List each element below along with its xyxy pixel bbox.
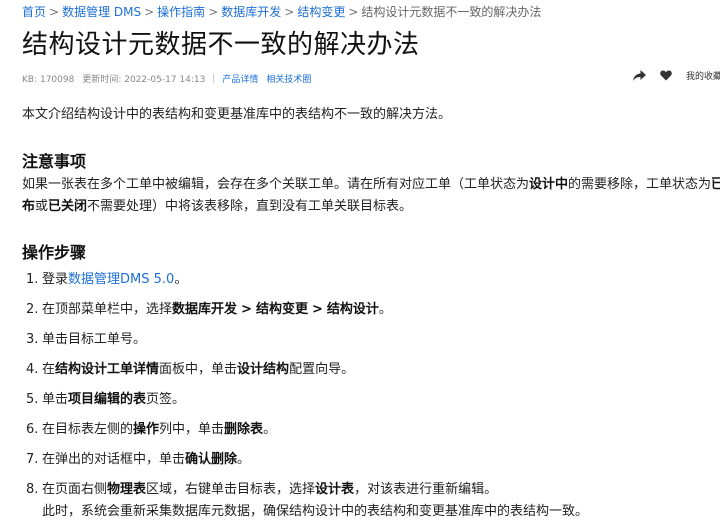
step-number: 8. [26,482,39,497]
share-icon[interactable] [633,69,646,82]
notes-line-1: 如果一张表在多个工单中被编辑，会存在多个关联工单。请在所有对应工单（工单状态为设… [22,177,720,192]
step-number: 5. [26,392,39,407]
breadcrumb-db-dev[interactable]: 数据库开发 [221,5,281,19]
breadcrumb-separator: > [208,5,219,19]
intro-paragraph: 本文介绍结构设计中的表结构和变更基准库中的表结构不一致的解决方法。 [22,107,452,122]
breadcrumb-separator: > [284,5,295,19]
tech-circle-link[interactable]: 相关技术圈 [266,75,311,85]
breadcrumb-current: 结构设计元数据不一致的解决办法 [361,5,542,19]
step-item: 5. 单击项目编辑的表页签。 [22,389,720,419]
notes-line-2: 布或已关闭不需要处理）中将该表移除，直到没有工单关联目标表。 [22,199,413,214]
breadcrumb-schema-change[interactable]: 结构变更 [297,5,345,19]
favorite-link[interactable]: 我的收藏 [686,69,720,82]
breadcrumb-separator: > [348,5,359,19]
breadcrumb: 首页 > 数据管理 DMS > 操作指南 > 数据库开发 > 结构变更 > 结构设计元数据不一致的解… [22,3,541,20]
step-number: 2. [26,302,39,317]
breadcrumb-separator: > [49,5,60,19]
step-item: 1. 登录数据管理DMS 5.0。 [22,269,720,299]
step-note: 此时，系统会重新采集数据库元数据，确保结构设计中的表结构和变更基准库中的表结构一… [42,504,589,519]
heart-icon[interactable] [660,70,672,81]
step-item: 7. 在弹出的对话框中，单击确认删除。 [22,449,720,479]
step-item: 3. 单击目标工单号。 [22,329,720,359]
product-details-link[interactable]: 产品详情 [222,75,258,85]
breadcrumb-home[interactable]: 首页 [22,5,46,19]
step-item: 8. 在页面右侧物理表区域，右键单击目标表，选择设计表，对该表进行重新编辑。 此时… [22,479,720,527]
step-number: 4. [26,362,39,377]
step-item: 6. 在目标表左侧的操作列中，单击删除表。 [22,419,720,449]
step-number: 3. [26,332,39,347]
breadcrumb-dms[interactable]: 数据管理 DMS [62,5,141,19]
steps-heading: 操作步骤 [22,243,87,262]
update-time: 更新时间: 2022-05-17 14:13 [82,75,206,85]
dms-console-link[interactable]: 数据管理DMS 5.0 [68,272,174,287]
steps-list: 1. 登录数据管理DMS 5.0。 2. 在顶部菜单栏中，选择数据库开发 > 结构变更 >… [22,269,720,527]
notes-paragraph: 如果一张表在多个工单中被编辑，会存在多个关联工单。请在所有对应工单（工单状态为设… [22,174,720,218]
step-number: 7. [26,452,39,467]
page-title: 结构设计元数据不一致的解决办法 [22,30,420,60]
breadcrumb-separator: > [144,5,155,19]
notes-heading: 注意事项 [22,152,87,171]
kb-number: KB: 170098 [22,75,75,85]
step-item: 2. 在顶部菜单栏中，选择数据库开发 > 结构变更 > 结构设计。 [22,299,720,329]
breadcrumb-guide[interactable]: 操作指南 [157,5,205,19]
step-number: 6. [26,422,39,437]
article-actions: 我的收藏 [633,69,720,82]
article-meta: KB: 170098 更新时间: 2022-05-17 14:13 产品详情 相关技术… [22,72,311,85]
step-number: 1. [26,272,39,287]
divider [213,74,215,83]
step-item: 4. 在结构设计工单详情面板中，单击设计结构配置向导。 [22,359,720,389]
